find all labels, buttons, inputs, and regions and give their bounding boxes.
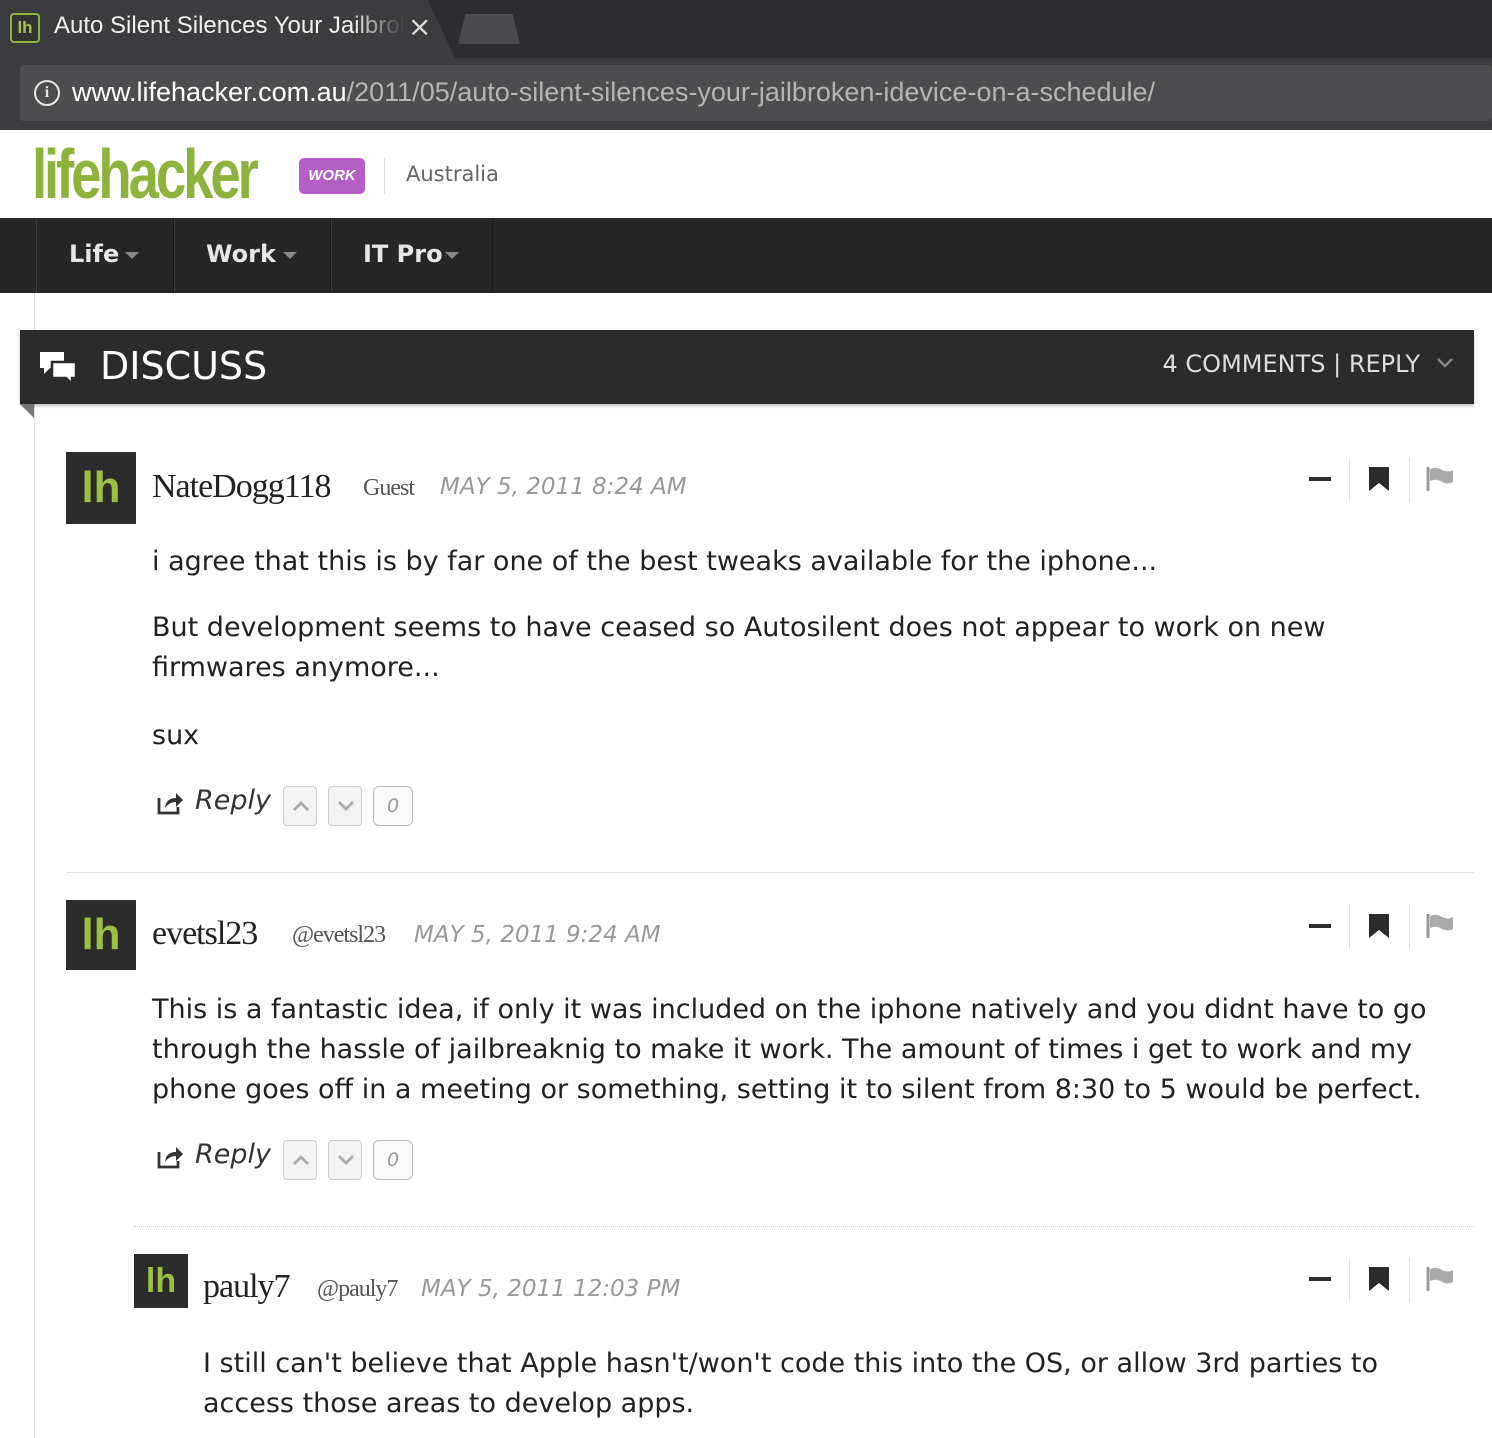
nav-item-work[interactable]: Work (174, 218, 331, 293)
bookmark-icon[interactable] (1368, 466, 1390, 492)
url-path: /2011/05/auto-silent-silences-your-jailb… (346, 77, 1156, 107)
reply-separator (134, 1226, 1474, 1227)
comment-timestamp[interactable]: MAY 5, 2011 12:03 PM (421, 1276, 680, 1302)
discuss-title: DISCUSS (100, 344, 268, 388)
comments-reply-link[interactable]: 4 COMMENTS | REPLY (1163, 350, 1420, 378)
reply-button[interactable]: Reply (195, 1139, 271, 1170)
header-divider (384, 158, 385, 194)
nav-item-it-pro[interactable]: IT Pro (331, 218, 493, 293)
flag-icon[interactable] (1426, 1266, 1454, 1292)
comment-paragraph: sux (152, 720, 200, 751)
upvote-button[interactable] (283, 1140, 317, 1180)
collapse-comment-button[interactable] (1309, 477, 1331, 481)
action-divider (1349, 905, 1350, 949)
comment-username[interactable]: NateDogg118 (152, 468, 331, 506)
collapse-comment-button[interactable] (1309, 1277, 1331, 1281)
chevron-up-icon (293, 1155, 309, 1165)
reply-button[interactable]: Reply (195, 785, 271, 816)
comment-paragraph: i agree that this is by far one of the b… (152, 546, 1158, 577)
collapse-comment-button[interactable] (1309, 924, 1331, 928)
lifehacker-logo[interactable]: lifehacker (32, 134, 259, 214)
tab-close-icon[interactable]: × (408, 10, 431, 43)
new-tab-button[interactable] (458, 14, 520, 44)
browser-tab-bar: lh Auto Silent Silences Your Jailbroken … (0, 0, 1492, 58)
browser-tab[interactable]: lh Auto Silent Silences Your Jailbroken … (0, 0, 455, 58)
bookmark-icon[interactable] (1368, 1266, 1390, 1292)
nav-label: IT Pro (363, 240, 443, 268)
url-text[interactable]: www.lifehacker.com.au/2011/05/auto-silen… (72, 77, 1155, 108)
chevron-down-icon[interactable] (1436, 354, 1454, 372)
chevron-down-icon (283, 252, 297, 259)
nav-label: Work (206, 240, 276, 268)
action-divider (1349, 1258, 1350, 1302)
lifehacker-favicon-icon: lh (10, 13, 40, 43)
main-nav: Life Work IT Pro (0, 218, 1492, 293)
work-badge[interactable]: WORK (299, 158, 365, 194)
upvote-button[interactable] (283, 786, 317, 826)
comment-user-role: Guest (363, 475, 415, 501)
flag-icon[interactable] (1426, 466, 1454, 492)
nav-item-life[interactable]: Life (36, 218, 174, 293)
chevron-down-icon (338, 1155, 354, 1165)
action-divider (1349, 458, 1350, 502)
avatar[interactable]: lh (134, 1254, 188, 1308)
region-label[interactable]: Australia (406, 162, 499, 186)
comment-user-handle[interactable]: @pauly7 (317, 1276, 398, 1303)
reply-icon[interactable] (156, 1144, 184, 1170)
comment-paragraph: I still can't believe that Apple hasn't/… (203, 1348, 1379, 1419)
avatar[interactable]: lh (66, 452, 136, 524)
downvote-button[interactable] (328, 1140, 362, 1180)
comment-user-handle[interactable]: @evetsl23 (292, 922, 386, 949)
comment-username[interactable]: pauly7 (203, 1268, 291, 1306)
address-bar[interactable]: i www.lifehacker.com.au/2011/05/auto-sil… (20, 65, 1492, 121)
comment-paragraph: This is a fantastic idea, if only it was… (152, 994, 1427, 1105)
comment-timestamp[interactable]: MAY 5, 2011 8:24 AM (440, 474, 687, 500)
tab-title: Auto Silent Silences Your Jailbroken iDe… (54, 12, 404, 39)
action-divider (1409, 905, 1410, 949)
ribbon-fold (20, 404, 34, 418)
url-host: www.lifehacker.com.au (72, 77, 347, 107)
nav-label: Life (69, 240, 120, 268)
chevron-down-icon (125, 252, 139, 259)
content-left-rule (34, 293, 35, 1438)
chat-bubbles-icon (40, 352, 78, 384)
chevron-down-icon (338, 801, 354, 811)
vote-count: 0 (373, 786, 413, 826)
bookmark-icon[interactable] (1368, 913, 1390, 939)
reply-icon[interactable] (156, 790, 184, 816)
site-header: lifehacker WORK Australia (0, 130, 1492, 218)
comment-separator (66, 872, 1474, 873)
action-divider (1409, 458, 1410, 502)
comment-username[interactable]: evetsl23 (152, 915, 258, 953)
discuss-header[interactable]: DISCUSS 4 COMMENTS | REPLY (20, 330, 1474, 404)
vote-count: 0 (373, 1140, 413, 1180)
comment-paragraph: But development seems to have ceased so … (152, 612, 1326, 683)
action-divider (1409, 1258, 1410, 1302)
chevron-down-icon (445, 252, 459, 259)
comment-timestamp[interactable]: MAY 5, 2011 9:24 AM (414, 922, 661, 948)
downvote-button[interactable] (328, 786, 362, 826)
site-info-icon[interactable]: i (34, 80, 60, 106)
browser-toolbar: i www.lifehacker.com.au/2011/05/auto-sil… (0, 58, 1492, 130)
chevron-up-icon (293, 801, 309, 811)
avatar[interactable]: lh (66, 900, 136, 970)
flag-icon[interactable] (1426, 913, 1454, 939)
